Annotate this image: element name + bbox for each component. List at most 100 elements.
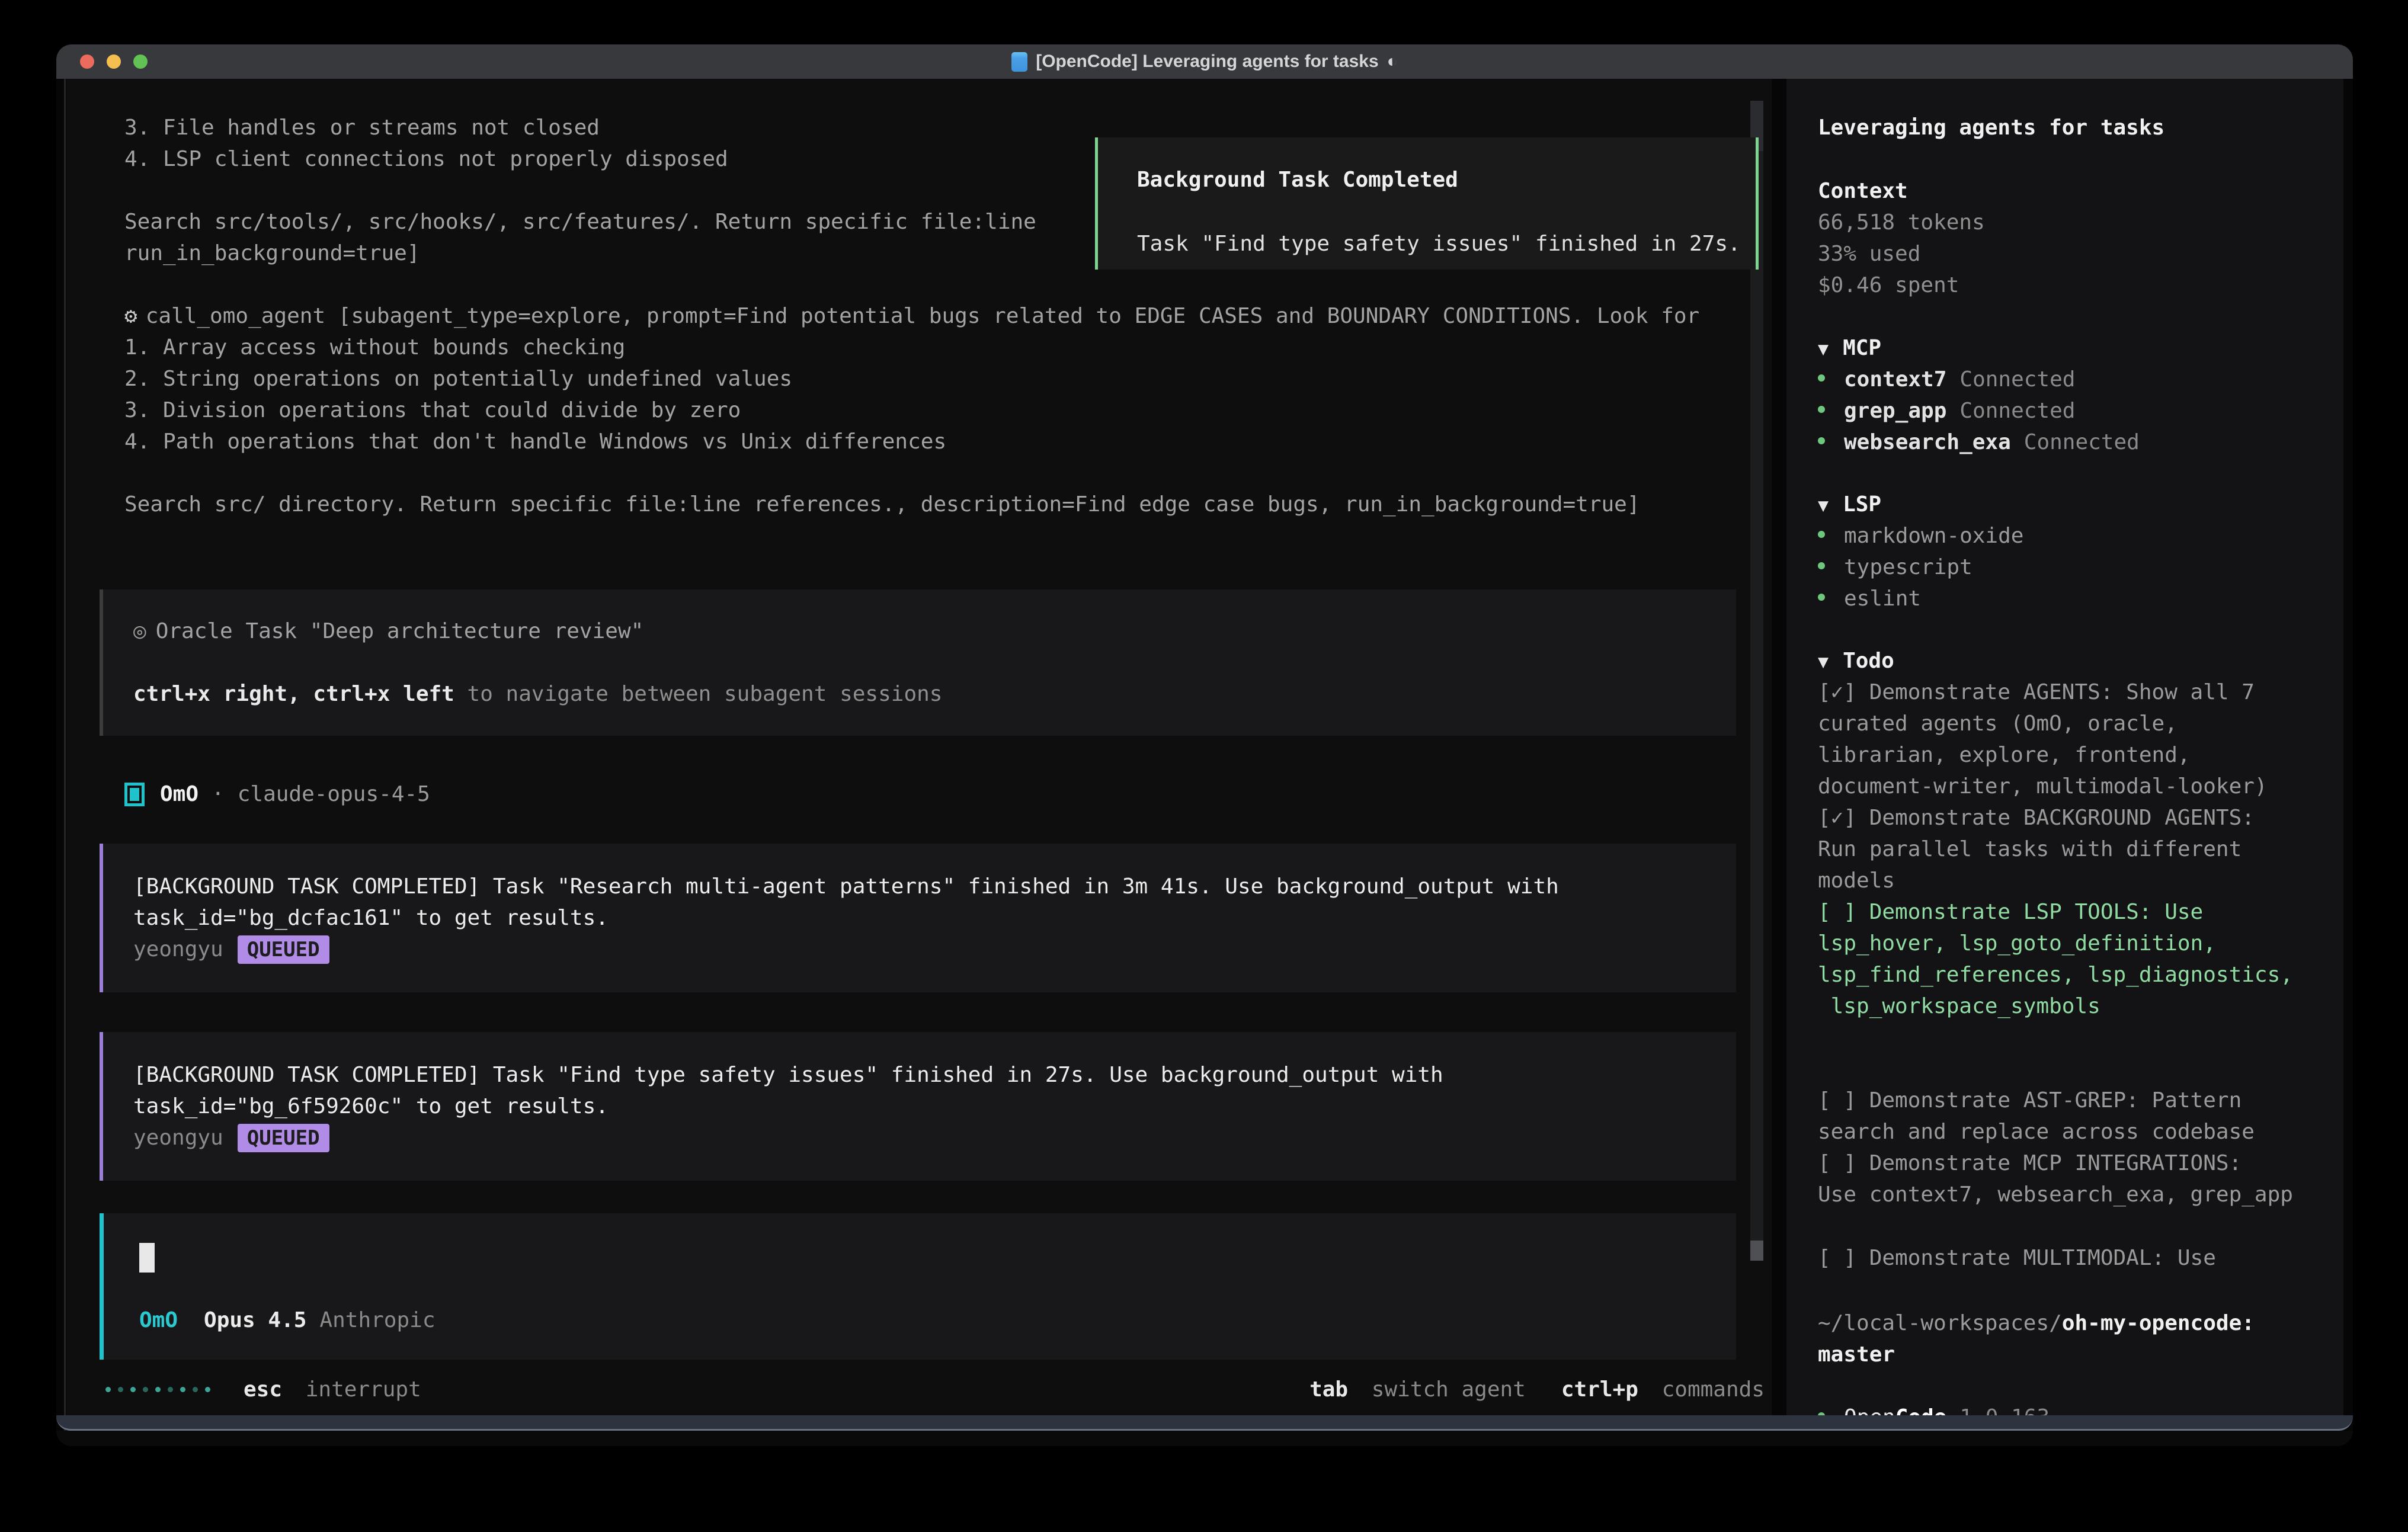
todo-line: models	[1818, 865, 2343, 896]
input-spacer	[139, 1273, 1736, 1305]
notification-title: Background Task Completed	[1137, 164, 1756, 195]
scrollback-line: 2. String operations on potentially unde…	[66, 363, 1772, 395]
todo-item-pending: [ ] Demonstrate MULTIMODAL: Use	[1818, 1242, 2343, 1274]
close-button[interactable]	[80, 55, 94, 69]
todo-line: [ ] Demonstrate MULTIMODAL: Use	[1818, 1242, 2343, 1274]
todo-item-done: [✓] Demonstrate BACKGROUND AGENTS: Run p…	[1818, 802, 2343, 896]
mcp-item-name: context7	[1844, 367, 1946, 392]
background-task-card: [BACKGROUND TASK COMPLETED] Task "Find t…	[100, 1032, 1736, 1181]
todo-line: search and replace across codebase	[1818, 1116, 2343, 1148]
esc-action-label: interrupt	[306, 1377, 421, 1402]
task-message-line: task_id="bg_dcfac161" to get results.	[133, 902, 1736, 934]
lsp-item-name: eslint	[1844, 586, 1921, 611]
oracle-task-card: ◎Oracle Task "Deep architecture review" …	[100, 589, 1736, 736]
main-scrollbar-thumb[interactable]	[1750, 1241, 1763, 1261]
tab-hint: tab switch agent	[1309, 1377, 1526, 1402]
context-tokens: 66,518 tokens	[1818, 207, 2343, 238]
task-meta-row: yeongyu QUEUED	[133, 1122, 1736, 1153]
keybinding-text: ctrl+x right, ctrl+x left	[133, 682, 454, 706]
todo-item-pending: [ ] Demonstrate MCP INTEGRATIONS: Use co…	[1818, 1148, 2343, 1210]
oracle-task-hint: ctrl+x right, ctrl+x left to navigate be…	[133, 678, 1736, 710]
notification-body: Task "Find type safety issues" finished …	[1137, 228, 1756, 259]
lsp-item: typescript	[1818, 552, 2343, 583]
todo-line: Run parallel tasks with different	[1818, 834, 2343, 865]
agent-separator: ·	[212, 782, 225, 806]
chevron-down-icon: ▼	[1818, 339, 1829, 360]
workspace-branch: master	[1818, 1339, 2343, 1370]
workspace-path-row: ~/local-workspaces/oh-my-opencode:	[1818, 1307, 2343, 1339]
window-body: 3. File handles or streams not closed 4.…	[56, 79, 2353, 1431]
document-icon	[1011, 52, 1027, 72]
todo-item-active: [ ] Demonstrate LSP TOOLS: Use lsp_hover…	[1818, 896, 2343, 1022]
scrollback-line: 4. Path operations that don't handle Win…	[66, 426, 1772, 457]
context-section: Context 66,518 tokens 33% used $0.46 spe…	[1818, 175, 2343, 301]
task-message-line: [BACKGROUND TASK COMPLETED] Task "Resear…	[133, 871, 1736, 902]
status-dot-icon	[1818, 594, 1825, 601]
zoom-button[interactable]	[133, 55, 148, 69]
model-provider-label: Anthropic	[319, 1308, 435, 1332]
esc-hint: esc interrupt	[244, 1377, 421, 1402]
todo-item-done: [✓] Demonstrate AGENTS: Show all 7 curat…	[1818, 677, 2343, 802]
background-task-card: [BACKGROUND TASK COMPLETED] Task "Resear…	[100, 844, 1736, 992]
workspace-info: ~/local-workspaces/oh-my-opencode: maste…	[1818, 1307, 2343, 1370]
task-user: yeongyu	[133, 1126, 223, 1150]
tab-action-label: switch agent	[1372, 1377, 1526, 1402]
agent-model: claude-opus-4-5	[238, 782, 430, 806]
agent-header: OmO · claude-opus-4-5	[66, 778, 1772, 810]
mcp-item-status: Connected	[1959, 399, 2075, 423]
workspace-repo: oh-my-opencode:	[2062, 1311, 2255, 1335]
lsp-section: ▼LSP markdown-oxide typescript eslint	[1818, 489, 2343, 614]
status-dot-icon	[1818, 562, 1825, 569]
task-message-line: [BACKGROUND TASK COMPLETED] Task "Find t…	[133, 1059, 1736, 1091]
window-title: [OpenCode] Leveraging agents for tasks	[1036, 52, 1378, 72]
context-header: Context	[1818, 175, 2343, 207]
agent-icon	[124, 783, 145, 806]
todo-line: [ ] Demonstrate LSP TOOLS: Use	[1818, 896, 2343, 928]
background-task-notification: Background Task Completed Task "Find typ…	[1095, 137, 1759, 270]
todo-line: [✓] Demonstrate BACKGROUND AGENTS:	[1818, 802, 2343, 834]
todo-line: lsp_hover, lsp_goto_definition,	[1818, 928, 2343, 959]
scrollback-blank-line	[66, 457, 1772, 489]
todo-item-pending: [ ] Demonstrate AST-GREP: Pattern search…	[1818, 1085, 2343, 1148]
model-indicator-row: OmO Opus 4.5 Anthropic	[139, 1305, 1736, 1336]
todo-section: ▼Todo [✓] Demonstrate AGENTS: Show all 7…	[1818, 645, 2343, 1274]
status-dot-icon	[1818, 437, 1825, 444]
status-badge: QUEUED	[238, 935, 329, 964]
esc-key-label: esc	[244, 1377, 282, 1402]
pane-edge-divider	[64, 79, 66, 1431]
todo-line: lsp_find_references, lsp_diagnostics,	[1818, 959, 2343, 991]
context-used: 33% used	[1818, 238, 2343, 270]
status-dot-icon	[1818, 531, 1825, 538]
spinner-icon	[105, 1387, 210, 1392]
minimize-button[interactable]	[107, 55, 121, 69]
mcp-item: grep_appConnected	[1818, 395, 2343, 427]
bullseye-icon: ◎	[133, 619, 146, 643]
chevron-down-icon: ▼	[1818, 495, 1829, 516]
status-badge: QUEUED	[238, 1124, 329, 1152]
mcp-section-header[interactable]: ▼MCP	[1818, 332, 2343, 364]
recording-indicator-icon: ◐	[1387, 52, 1398, 72]
status-bar: esc interrupt tab switch agent ctrl+p co…	[66, 1374, 1772, 1405]
session-sidebar: Leveraging agents for tasks Context 66,5…	[1786, 79, 2343, 1431]
main-scrollbar[interactable]	[1750, 101, 1763, 1261]
workspace-path: ~/local-workspaces/	[1818, 1311, 2062, 1335]
todo-line: curated agents (OmO, oracle,	[1818, 708, 2343, 739]
active-agent-label: OmO	[139, 1308, 178, 1332]
prompt-input[interactable]: OmO Opus 4.5 Anthropic	[100, 1213, 1736, 1360]
terminal-main-pane: 3. File handles or streams not closed 4.…	[66, 79, 1772, 1431]
mcp-item-status: Connected	[2024, 430, 2140, 454]
lsp-item-name: markdown-oxide	[1844, 524, 2023, 548]
todo-line: [✓] Demonstrate AGENTS: Show all 7	[1818, 677, 2343, 708]
input-cursor-row	[139, 1242, 1736, 1273]
todo-header-label: Todo	[1843, 649, 1894, 673]
todo-section-header[interactable]: ▼Todo	[1818, 645, 2343, 677]
status-left: esc interrupt	[105, 1377, 421, 1402]
task-user: yeongyu	[133, 937, 223, 961]
lsp-item: markdown-oxide	[1818, 520, 2343, 552]
commands-hint: ctrl+p commands	[1561, 1377, 1765, 1402]
lsp-section-header[interactable]: ▼LSP	[1818, 489, 2343, 520]
tab-key-label: tab	[1309, 1377, 1348, 1402]
text-cursor	[139, 1243, 155, 1273]
app-window: [OpenCode] Leveraging agents for tasks ◐…	[56, 44, 2353, 1446]
task-message-line: task_id="bg_6f59260c" to get results.	[133, 1091, 1736, 1122]
